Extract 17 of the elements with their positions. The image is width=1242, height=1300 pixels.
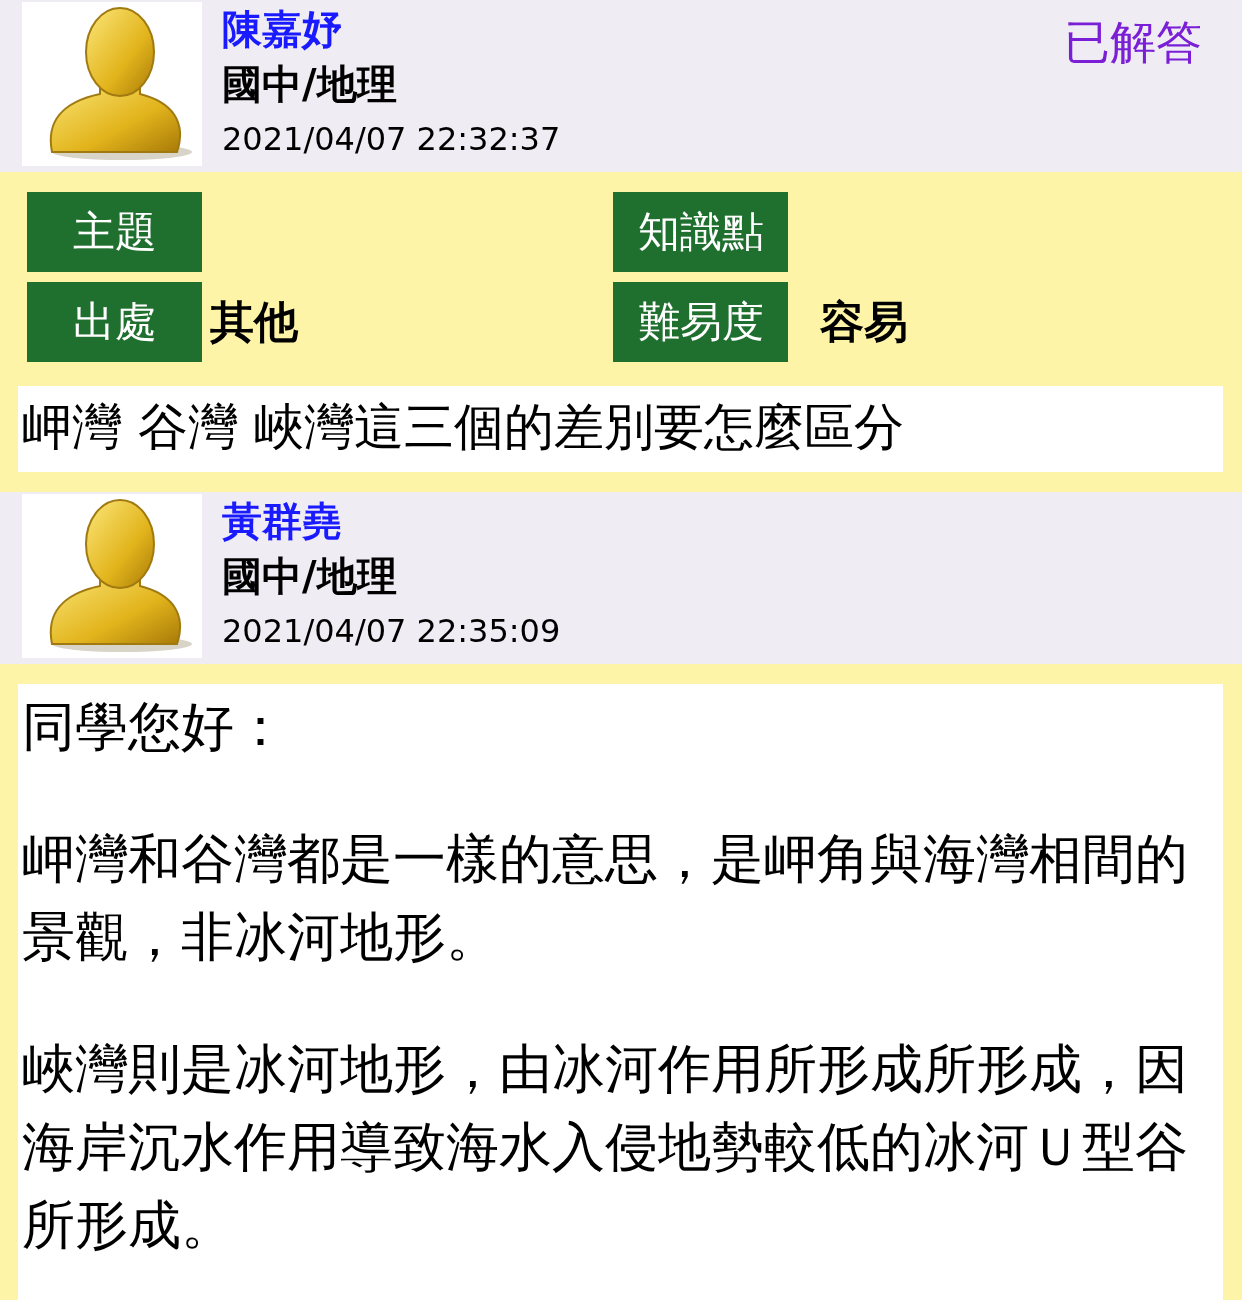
status-label: 已解答 <box>1064 14 1202 71</box>
field-value: 其他 <box>210 294 298 349</box>
subject-label: 國中/地理 <box>222 60 398 109</box>
field-label: 知識點 <box>613 192 788 272</box>
subject-label: 國中/地理 <box>222 552 398 601</box>
post-time: 2021/04/07 22:35:09 <box>222 611 561 652</box>
paragraph: 岬灣和谷灣都是一樣的意思，是岬角與海灣相間的景觀，非冰河地形。 <box>22 827 1189 969</box>
field-label: 難易度 <box>613 282 788 362</box>
author-name: 陳嘉妤 <box>222 5 343 54</box>
post-time: 2021/04/07 22:32:37 <box>222 119 561 160</box>
paragraph: 峽灣則是冰河地形，由冰河作用所形成所形成，因海岸沉水作用導致海水入侵地勢較低的冰河Ｕ型谷所形成。 <box>22 1037 1189 1257</box>
field-label: 主題 <box>27 192 202 272</box>
field-value: 容易 <box>820 294 908 349</box>
author-name: 黃群堯 <box>222 497 343 546</box>
paragraph: 同學您好： <box>22 695 288 759</box>
paragraph: 岬灣 谷灣 峽灣這三個的差別要怎麼區分 <box>22 397 905 458</box>
field-label: 出處 <box>27 282 202 362</box>
